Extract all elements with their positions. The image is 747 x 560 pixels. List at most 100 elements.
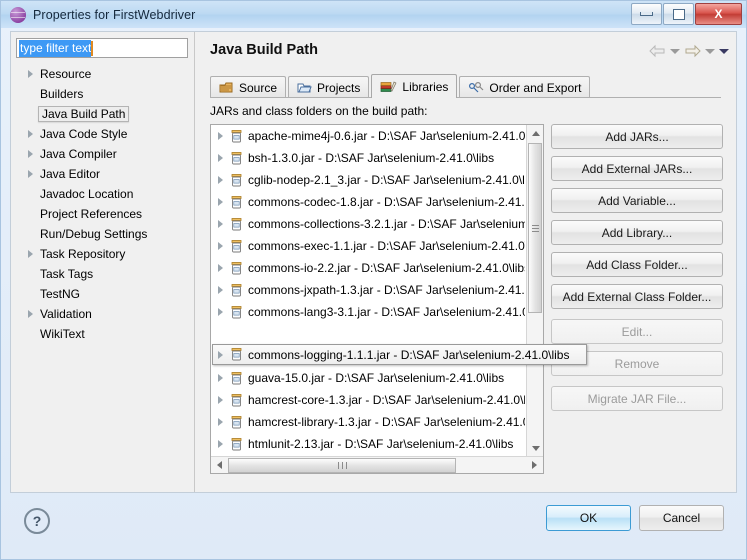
vertical-scroll-thumb[interactable] <box>528 143 542 313</box>
back-arrow-icon[interactable] <box>649 44 666 58</box>
table-row[interactable]: bsh-1.3.0.jar - D:\SAF Jar\selenium-2.41… <box>211 147 525 169</box>
sidebar-item-wikitext[interactable]: WikiText <box>11 324 194 344</box>
sidebar-item-label: Validation <box>40 307 92 321</box>
minimize-button[interactable] <box>631 3 662 25</box>
chevron-right-icon[interactable] <box>215 174 227 186</box>
table-row[interactable]: commons-io-2.2.jar - D:\SAF Jar\selenium… <box>211 257 525 279</box>
chevron-right-icon[interactable] <box>215 262 227 274</box>
sidebar-item-task-repository[interactable]: Task Repository <box>11 244 194 264</box>
sidebar-item-task-tags[interactable]: Task Tags <box>11 264 194 284</box>
sidebar-item-project-references[interactable]: Project References <box>11 204 194 224</box>
ok-button[interactable]: OK <box>546 505 631 531</box>
sidebar-item-javadoc-location[interactable]: Javadoc Location <box>11 184 194 204</box>
jar-path-label: commons-logging-1.1.1.jar - D:\SAF Jar\s… <box>248 347 570 362</box>
sidebar-item-builders[interactable]: Builders <box>11 84 194 104</box>
chevron-right-icon[interactable] <box>25 148 37 160</box>
table-row[interactable]: cglib-nodep-2.1_3.jar - D:\SAF Jar\selen… <box>211 169 525 191</box>
chevron-right-icon[interactable] <box>215 349 227 361</box>
sidebar-item-run-debug-settings[interactable]: Run/Debug Settings <box>11 224 194 244</box>
filter-input[interactable]: type filter text <box>16 38 188 58</box>
sidebar-item-testng[interactable]: TestNG <box>11 284 194 304</box>
sidebar-item-java-compiler[interactable]: Java Compiler <box>11 144 194 164</box>
scroll-up-button[interactable] <box>527 125 544 142</box>
table-row[interactable]: guava-15.0.jar - D:\SAF Jar\selenium-2.4… <box>211 367 525 389</box>
scroll-right-button[interactable] <box>526 457 543 474</box>
jar-icon <box>229 261 244 276</box>
cancel-button[interactable]: Cancel <box>639 505 724 531</box>
help-icon[interactable]: ? <box>24 508 50 534</box>
forward-dropdown-icon[interactable] <box>705 48 715 54</box>
forward-arrow-icon[interactable] <box>684 44 701 58</box>
migrate-jar-file-button[interactable]: Migrate JAR File... <box>551 386 723 411</box>
chevron-right-icon[interactable] <box>215 372 227 384</box>
add-variable-button[interactable]: Add Variable... <box>551 188 723 213</box>
add-external-class-folder-button[interactable]: Add External Class Folder... <box>551 284 723 309</box>
jar-icon <box>229 151 244 166</box>
chevron-right-icon[interactable] <box>215 306 227 318</box>
sidebar-item-validation[interactable]: Validation <box>11 304 194 324</box>
settings-tree-pane: type filter text Resource Builders Java … <box>11 32 195 492</box>
jar-icon <box>229 129 244 144</box>
table-row[interactable]: commons-collections-3.2.1.jar - D:\SAF J… <box>211 213 525 235</box>
sidebar-item-java-code-style[interactable]: Java Code Style <box>11 124 194 144</box>
properties-sphere-icon <box>10 6 26 23</box>
chevron-right-icon[interactable] <box>215 130 227 142</box>
close-button[interactable]: X <box>695 3 742 25</box>
sidebar-item-label: Java Editor <box>40 167 101 181</box>
jar-path-label: commons-io-2.2.jar - D:\SAF Jar\selenium… <box>248 261 525 275</box>
add-class-folder-button[interactable]: Add Class Folder... <box>551 252 723 277</box>
scroll-left-button[interactable] <box>211 457 228 474</box>
chevron-right-icon[interactable] <box>215 284 227 296</box>
scroll-down-button[interactable] <box>527 440 544 457</box>
add-external-jars-button[interactable]: Add External JARs... <box>551 156 723 181</box>
chevron-right-icon[interactable] <box>25 128 37 140</box>
jar-icon <box>229 305 244 320</box>
table-row[interactable]: commons-jxpath-1.3.jar - D:\SAF Jar\sele… <box>211 279 525 301</box>
sidebar-item-java-build-path[interactable]: Java Build Path <box>11 104 194 124</box>
chevron-right-icon[interactable] <box>25 308 37 320</box>
chevron-right-icon[interactable] <box>25 248 37 260</box>
table-row[interactable]: commons-exec-1.1.jar - D:\SAF Jar\seleni… <box>211 235 525 257</box>
table-row-selected[interactable]: commons-logging-1.1.1.jar - D:\SAF Jar\s… <box>212 344 587 365</box>
jar-path-label: commons-codec-1.8.jar - D:\SAF Jar\selen… <box>248 195 525 209</box>
table-row[interactable]: hamcrest-library-1.3.jar - D:\SAF Jar\se… <box>211 411 525 433</box>
table-row[interactable]: apache-mime4j-0.6.jar - D:\SAF Jar\selen… <box>211 125 525 147</box>
chevron-right-icon[interactable] <box>215 218 227 230</box>
back-dropdown-icon[interactable] <box>670 48 680 54</box>
tab-libraries[interactable]: Libraries <box>371 74 458 98</box>
view-menu-icon[interactable] <box>719 48 729 54</box>
add-library-button[interactable]: Add Library... <box>551 220 723 245</box>
chevron-right-icon[interactable] <box>215 416 227 428</box>
chevron-right-icon[interactable] <box>215 438 227 450</box>
sidebar-item-java-editor[interactable]: Java Editor <box>11 164 194 184</box>
table-row[interactable]: hamcrest-core-1.3.jar - D:\SAF Jar\selen… <box>211 389 525 411</box>
build-path-list[interactable]: apache-mime4j-0.6.jar - D:\SAF Jar\selen… <box>210 124 544 474</box>
edit-button[interactable]: Edit... <box>551 319 723 344</box>
chevron-right-icon[interactable] <box>215 152 227 164</box>
tab-order-and-export[interactable]: Order and Export <box>459 76 591 98</box>
jar-path-label: hamcrest-library-1.3.jar - D:\SAF Jar\se… <box>248 415 525 429</box>
table-row[interactable]: htmlunit-2.13.jar - D:\SAF Jar\selenium-… <box>211 433 525 455</box>
add-jars-button[interactable]: Add JARs... <box>551 124 723 149</box>
window-title: Properties for FirstWebdriver <box>33 7 196 22</box>
table-row[interactable]: commons-codec-1.8.jar - D:\SAF Jar\selen… <box>211 191 525 213</box>
sidebar-item-resource[interactable]: Resource <box>11 64 194 84</box>
list-horizontal-scrollbar[interactable] <box>211 456 543 473</box>
horizontal-scroll-thumb[interactable] <box>228 457 456 473</box>
tab-projects[interactable]: Projects <box>288 76 370 98</box>
chevron-right-icon[interactable] <box>25 68 37 80</box>
tab-source[interactable]: Source <box>210 76 287 98</box>
chevron-right-icon[interactable] <box>25 168 37 180</box>
button-label: Add External Class Folder... <box>562 289 712 304</box>
table-row[interactable]: commons-lang3-3.1.jar - D:\SAF Jar\selen… <box>211 301 525 323</box>
chevron-right-icon[interactable] <box>215 240 227 252</box>
jar-icon <box>229 347 244 362</box>
chevron-right-icon[interactable] <box>215 196 227 208</box>
button-label: Add Variable... <box>598 193 676 208</box>
maximize-button[interactable] <box>663 3 694 25</box>
list-vertical-scrollbar[interactable] <box>526 125 543 457</box>
jar-icon <box>229 239 244 254</box>
chevron-right-icon[interactable] <box>215 394 227 406</box>
